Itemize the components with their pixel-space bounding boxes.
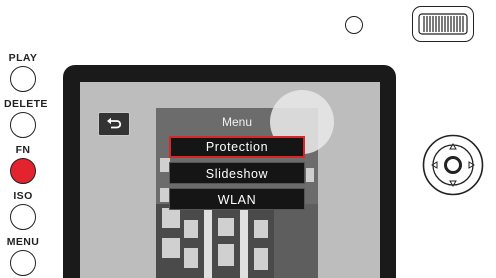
top-button[interactable] [345, 16, 363, 34]
directional-pad[interactable] [422, 134, 484, 196]
camera-screen: Menu Protection Slideshow WLAN [63, 65, 396, 278]
menu-button[interactable]: MENU [4, 236, 42, 276]
iso-button-circle[interactable] [10, 204, 36, 230]
menu-button-circle[interactable] [10, 250, 36, 276]
thumbwheel[interactable] [412, 6, 474, 42]
play-button-circle[interactable] [10, 66, 36, 92]
back-button[interactable] [98, 112, 130, 136]
menu-label: MENU [6, 236, 40, 248]
fn-button-circle[interactable] [10, 158, 36, 184]
iso-label: ISO [13, 190, 33, 202]
menu-item-wlan[interactable]: WLAN [169, 188, 305, 210]
iso-button[interactable]: ISO [4, 190, 42, 230]
delete-button[interactable]: DELETE [4, 98, 48, 138]
return-arrow-icon [107, 117, 122, 129]
delete-button-circle[interactable] [10, 112, 36, 138]
play-label: PLAY [8, 52, 38, 64]
play-button[interactable]: PLAY [4, 52, 42, 92]
screen-display: Menu Protection Slideshow WLAN [80, 82, 380, 278]
menu-title: Menu [221, 115, 253, 129]
fn-label: FN [15, 144, 31, 156]
menu-item-protection[interactable]: Protection [169, 136, 305, 158]
menu-item-slideshow[interactable]: Slideshow [169, 162, 305, 184]
delete-label: DELETE [4, 98, 48, 110]
wheel-ridges-icon [418, 13, 468, 35]
fn-button[interactable]: FN [4, 144, 42, 184]
